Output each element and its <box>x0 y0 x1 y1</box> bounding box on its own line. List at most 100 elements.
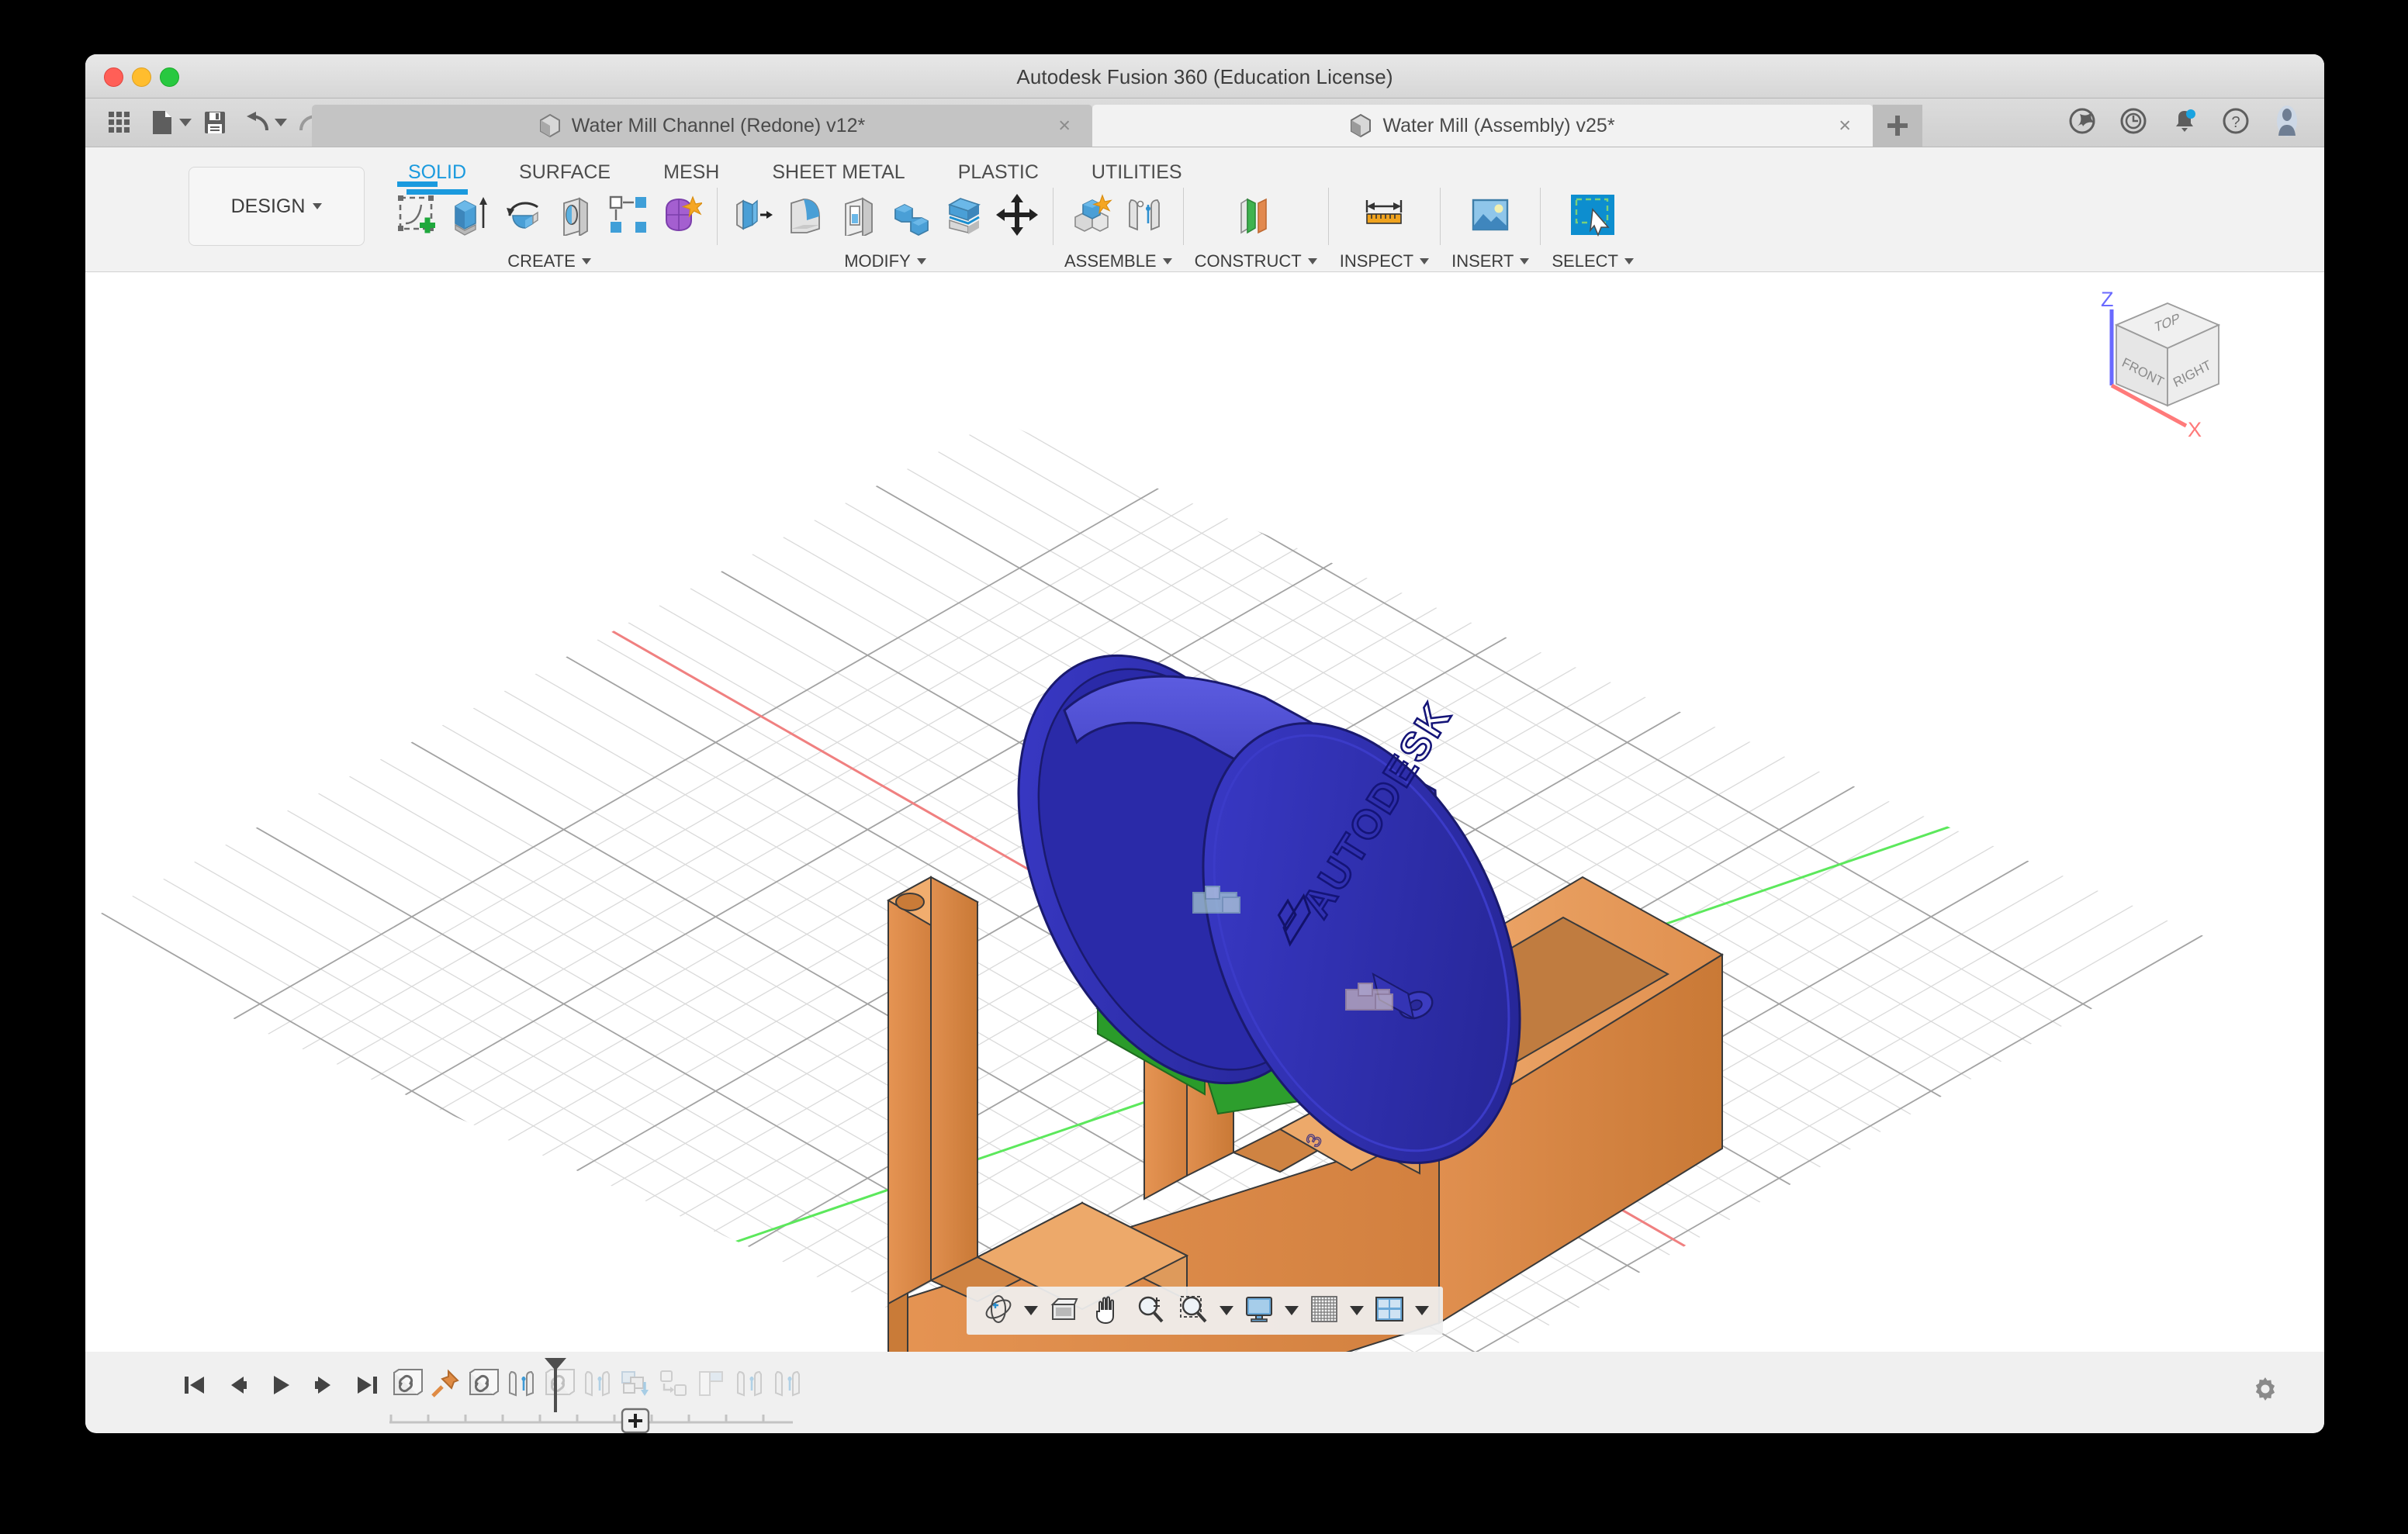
undo-caret[interactable] <box>274 104 288 141</box>
joint-tool[interactable] <box>1119 188 1169 245</box>
undo-button[interactable] <box>237 104 278 141</box>
ribbon-group-create: CREATE <box>382 185 717 271</box>
timeline-play-button[interactable] <box>261 1364 300 1406</box>
press-pull-tool[interactable] <box>728 188 778 245</box>
help-button[interactable]: ? <box>2211 98 2261 147</box>
show-data-panel-button[interactable] <box>99 104 140 141</box>
look-at-button[interactable] <box>1043 1289 1085 1332</box>
file-menu-button[interactable] <box>142 104 182 141</box>
timeline-feature-link-3[interactable] <box>540 1360 578 1408</box>
document-tabs: Water Mill Channel (Redone) v12* × Water… <box>312 98 1922 147</box>
create-sketch-tool[interactable] <box>393 188 442 245</box>
viewcube-z-label: Z <box>2101 288 2114 311</box>
document-tab-water-mill-channel[interactable]: Water Mill Channel (Redone) v12* × <box>312 105 1092 147</box>
ribbon-group-construct-label[interactable]: CONSTRUCT <box>1195 251 1317 271</box>
timeline-feature-link-2[interactable] <box>464 1360 502 1408</box>
zoom-button[interactable] <box>1130 1289 1171 1332</box>
new-tab-button[interactable] <box>1873 105 1922 147</box>
pan-button[interactable] <box>1086 1289 1128 1332</box>
form-sculpt-icon <box>660 194 702 240</box>
viewports-caret[interactable] <box>1412 1289 1432 1332</box>
fillet-tool[interactable] <box>781 188 831 245</box>
timeline-feature-joint-3[interactable] <box>730 1360 768 1408</box>
ribbon-group-assemble: ASSEMBLE <box>1054 185 1183 271</box>
save-icon <box>204 111 226 134</box>
ribbon-group-modify-label[interactable]: MODIFY <box>844 251 926 271</box>
timeline-features <box>388 1360 806 1408</box>
split-face-tool[interactable] <box>939 188 989 245</box>
timeline-feature-copy-paste[interactable] <box>616 1360 654 1408</box>
ribbon-group-select-label[interactable]: SELECT <box>1552 251 1634 271</box>
split-face-icon <box>943 194 985 240</box>
zoom-window-button[interactable] <box>1173 1289 1215 1332</box>
ribbon-group-assemble-label[interactable]: ASSEMBLE <box>1064 251 1172 271</box>
viewports-button[interactable] <box>1368 1289 1410 1332</box>
timeline-jump-to-end-button[interactable] <box>348 1364 387 1406</box>
timeline-feature-link-1[interactable] <box>388 1360 426 1408</box>
display-settings-caret[interactable] <box>1282 1289 1302 1332</box>
timeline-settings-button[interactable] <box>2245 1372 2285 1412</box>
extensions-icon <box>2069 108 2095 138</box>
ribbon-group-insert-label[interactable]: INSERT <box>1451 251 1529 271</box>
timeline-feature-joint-4[interactable] <box>768 1360 806 1408</box>
extrude-tool[interactable] <box>445 188 495 245</box>
look-at-icon <box>1049 1296 1078 1326</box>
account-button[interactable] <box>2262 98 2312 147</box>
ribbon-group-inspect-label[interactable]: INSPECT <box>1340 251 1429 271</box>
revolve-tool[interactable] <box>498 188 548 245</box>
timeline-add-marker-button[interactable] <box>621 1408 650 1433</box>
document-tab-close-icon[interactable]: × <box>1058 116 1071 136</box>
job-status-button[interactable] <box>2109 98 2158 147</box>
ribbon-group-create-label[interactable]: CREATE <box>507 251 591 271</box>
timeline-feature-joint-2[interactable] <box>578 1360 616 1408</box>
document-tab-water-mill-assembly[interactable]: Water Mill (Assembly) v25* × <box>1092 105 1873 147</box>
offset-plane-tool[interactable] <box>1231 188 1281 245</box>
hole-tool[interactable] <box>551 188 600 245</box>
workspace-switcher-button[interactable]: DESIGN <box>189 167 365 246</box>
magnifier-window-icon <box>1179 1294 1209 1328</box>
timeline-step-back-button[interactable] <box>218 1364 257 1406</box>
orbit-caret[interactable] <box>1021 1289 1041 1332</box>
offset-plane-icon <box>1235 194 1277 240</box>
new-component-tool[interactable] <box>1067 188 1116 245</box>
undo-arrow-icon <box>245 112 270 133</box>
save-button[interactable] <box>195 104 235 141</box>
grid-snaps-button[interactable] <box>1303 1289 1345 1332</box>
view-cube[interactable]: Z X TOP FRONT RIGHT <box>2087 286 2250 441</box>
select-tool[interactable] <box>1568 188 1617 245</box>
rectangular-pattern-tool[interactable] <box>604 188 653 245</box>
timeline-rail[interactable] <box>389 1412 793 1428</box>
measure-tool[interactable] <box>1359 188 1409 245</box>
document-tab-close-icon[interactable]: × <box>1839 116 1851 136</box>
grid-mesh-icon <box>1310 1295 1338 1327</box>
grid-icon <box>108 111 131 134</box>
avatar-icon <box>2271 105 2302 141</box>
picture-icon <box>1469 194 1511 240</box>
grid-snaps-caret[interactable] <box>1347 1289 1367 1332</box>
select-cursor-icon <box>1569 193 1616 240</box>
extensions-button[interactable] <box>2057 98 2107 147</box>
timeline-feature-rigid-group[interactable] <box>426 1360 464 1408</box>
timeline-feature-align[interactable] <box>654 1360 692 1408</box>
create-form-tool[interactable] <box>656 188 706 245</box>
timeline-feature-contact-set[interactable] <box>692 1360 730 1408</box>
notifications-button[interactable] <box>2160 98 2209 147</box>
timeline-jump-to-beginning-button[interactable] <box>175 1364 213 1406</box>
combine-tool[interactable] <box>887 188 936 245</box>
shell-tool[interactable] <box>834 188 884 245</box>
display-settings-button[interactable] <box>1238 1289 1280 1332</box>
titlebar-right-buttons: ? <box>2057 98 2312 147</box>
insert-image-tool[interactable] <box>1465 188 1515 245</box>
quick-access-toolbar <box>85 98 341 147</box>
move-copy-tool[interactable] <box>992 188 1042 245</box>
extrude-icon <box>449 194 491 240</box>
3d-viewport[interactable]: AUTODESK 3 <box>85 272 2324 1352</box>
orbit-button[interactable] <box>977 1289 1019 1332</box>
timeline-feature-joint-1[interactable] <box>502 1360 540 1408</box>
zoom-window-caret[interactable] <box>1216 1289 1237 1332</box>
file-menu-caret[interactable] <box>178 104 192 141</box>
chevron-down-icon <box>313 203 322 209</box>
chevron-down-icon <box>917 258 926 264</box>
gear-icon <box>2249 1374 2282 1411</box>
timeline-step-forward-button[interactable] <box>305 1364 344 1406</box>
